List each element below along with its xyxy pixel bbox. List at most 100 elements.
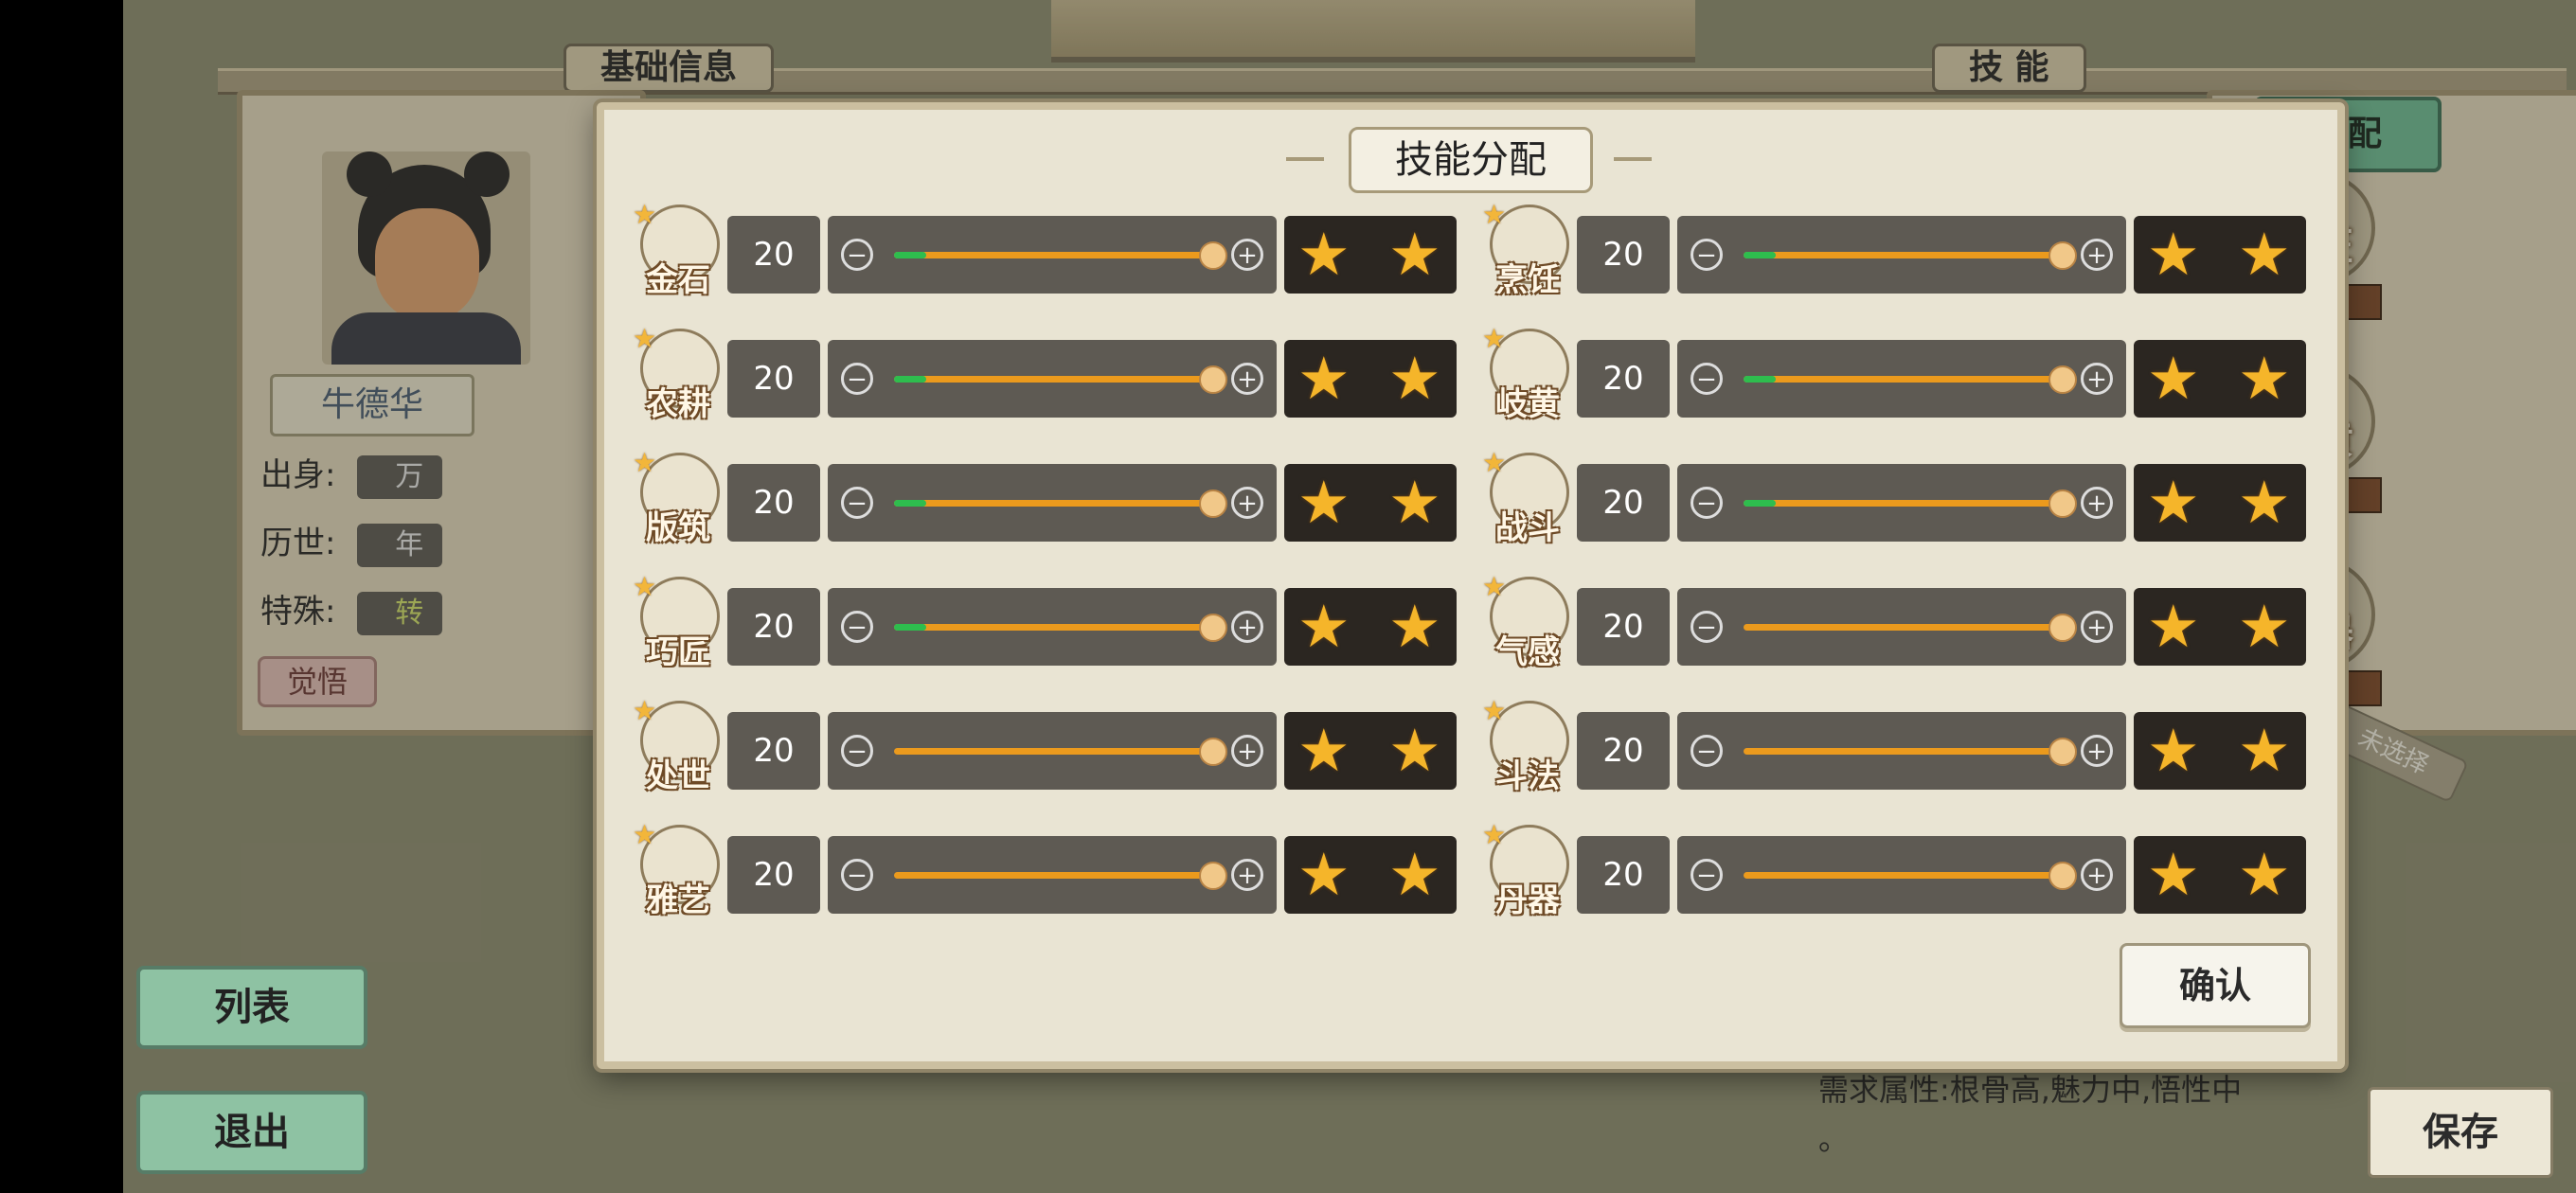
star-icon: ★ <box>2238 592 2291 661</box>
slider-handle[interactable] <box>1199 490 1227 518</box>
skill-name: 斗法 <box>1495 757 1560 795</box>
skill-slider[interactable]: − + <box>1677 340 2126 418</box>
skill-slider[interactable]: − + <box>1677 588 2126 666</box>
star-icon: ★ <box>1297 716 1351 785</box>
minus-icon[interactable]: − <box>841 859 873 891</box>
slider-handle[interactable] <box>2048 365 2077 394</box>
rank-star-icon: ★ <box>1482 571 1507 602</box>
skill-stars: ★ ★ <box>2134 836 2306 914</box>
cooking-icon: ★ 烹饪 <box>1482 199 1569 303</box>
skill-value: 20 <box>727 836 820 914</box>
slider-track[interactable] <box>1744 376 2062 383</box>
rank-star-icon: ★ <box>633 571 657 602</box>
dragon-icon: ★ 斗法 <box>1482 695 1569 799</box>
minus-icon[interactable]: − <box>1690 487 1723 519</box>
save-button[interactable]: 保存 <box>2368 1087 2553 1178</box>
plus-icon[interactable]: + <box>1231 487 1263 519</box>
minus-icon[interactable]: − <box>1690 611 1723 643</box>
slider-handle[interactable] <box>2048 490 2077 518</box>
slider-track-filled <box>894 252 926 258</box>
confirm-button[interactable]: 确认 <box>2120 943 2311 1028</box>
skill-row: ★ 巧匠 20− + ★ ★ <box>633 571 1457 671</box>
slider-handle[interactable] <box>1199 738 1227 766</box>
skill-stars: ★ ★ <box>2134 340 2306 418</box>
skill-slider[interactable]: − + <box>828 712 1277 790</box>
rank-star-icon: ★ <box>1482 819 1507 850</box>
slider-track[interactable] <box>894 252 1212 258</box>
plus-icon[interactable]: + <box>1231 735 1263 767</box>
slider-handle[interactable] <box>1199 862 1227 890</box>
skill-name: 处世 <box>646 757 710 795</box>
minus-icon[interactable]: − <box>1690 735 1723 767</box>
skill-value: 20 <box>1577 216 1670 294</box>
minus-icon[interactable]: − <box>841 239 873 271</box>
skill-slider[interactable]: − + <box>828 340 1277 418</box>
grain-icon: ★ 农耕 <box>633 323 720 427</box>
plus-icon[interactable]: + <box>2081 859 2113 891</box>
plus-icon[interactable]: + <box>2081 611 2113 643</box>
skill-slider[interactable]: − + <box>1677 712 2126 790</box>
slider-handle[interactable] <box>1199 241 1227 270</box>
skill-slider[interactable]: − + <box>1677 836 2126 914</box>
slider-track[interactable] <box>1744 252 2062 258</box>
rank-star-icon: ★ <box>1482 695 1507 726</box>
minus-icon[interactable]: − <box>841 735 873 767</box>
skill-slider[interactable]: − + <box>828 216 1277 294</box>
cauldron-icon: ★ 丹器 <box>1482 819 1569 923</box>
game-scene: 基础信息 技 能 牛德华 出身: 万 历世: 年 特殊: 转 觉悟 分配 巧匠 … <box>123 0 2576 1193</box>
skill-value: 20 <box>727 712 820 790</box>
plus-icon[interactable]: + <box>2081 363 2113 395</box>
slider-track[interactable] <box>1744 624 2062 631</box>
slider-track[interactable] <box>894 748 1212 755</box>
slider-track[interactable] <box>1744 872 2062 879</box>
skill-slider[interactable]: − + <box>828 464 1277 542</box>
minus-icon[interactable]: − <box>1690 859 1723 891</box>
skill-row: ★ 气感 20− + ★ ★ <box>1482 571 2306 671</box>
list-button[interactable]: 列表 <box>136 966 367 1049</box>
minus-icon[interactable]: − <box>841 363 873 395</box>
minus-icon[interactable]: − <box>841 611 873 643</box>
star-icon: ★ <box>2147 592 2200 661</box>
plus-icon[interactable]: + <box>1231 611 1263 643</box>
plus-icon[interactable]: + <box>2081 735 2113 767</box>
slider-track[interactable] <box>894 624 1212 631</box>
slider-handle[interactable] <box>2048 614 2077 642</box>
skill-value: 20 <box>1577 588 1670 666</box>
plus-icon[interactable]: + <box>1231 239 1263 271</box>
slider-handle[interactable] <box>2048 862 2077 890</box>
slider-track[interactable] <box>894 376 1212 383</box>
skill-stars: ★ ★ <box>2134 216 2306 294</box>
slider-handle[interactable] <box>1199 614 1227 642</box>
exit-button[interactable]: 退出 <box>136 1091 367 1174</box>
slider-track-filled <box>894 624 926 631</box>
plus-icon[interactable]: + <box>2081 487 2113 519</box>
star-icon: ★ <box>1388 592 1441 661</box>
skill-stars: ★ ★ <box>1284 216 1457 294</box>
minus-icon[interactable]: − <box>1690 363 1723 395</box>
skill-slider[interactable]: − + <box>828 836 1277 914</box>
brush-icon: ★ 雅艺 <box>633 819 720 923</box>
slider-track-filled <box>1744 376 1776 383</box>
slider-handle[interactable] <box>2048 241 2077 270</box>
skill-slider[interactable]: − + <box>828 588 1277 666</box>
star-icon: ★ <box>1297 840 1351 909</box>
skill-slider[interactable]: − + <box>1677 464 2126 542</box>
plus-icon[interactable]: + <box>1231 363 1263 395</box>
skill-stars: ★ ★ <box>1284 836 1457 914</box>
slider-track[interactable] <box>894 872 1212 879</box>
pickaxe-icon: ★ 金石 <box>633 199 720 303</box>
slider-handle[interactable] <box>2048 738 2077 766</box>
skill-slider[interactable]: − + <box>1677 216 2126 294</box>
slider-track[interactable] <box>894 500 1212 507</box>
plus-icon[interactable]: + <box>2081 239 2113 271</box>
minus-icon[interactable]: − <box>841 487 873 519</box>
slider-track-filled <box>894 376 926 383</box>
skill-name: 巧匠 <box>646 633 710 671</box>
star-icon: ★ <box>1388 344 1441 413</box>
slider-track[interactable] <box>1744 748 2062 755</box>
slider-track[interactable] <box>1744 500 2062 507</box>
minus-icon[interactable]: − <box>1690 239 1723 271</box>
plus-icon[interactable]: + <box>1231 859 1263 891</box>
skill-stars: ★ ★ <box>2134 588 2306 666</box>
slider-handle[interactable] <box>1199 365 1227 394</box>
